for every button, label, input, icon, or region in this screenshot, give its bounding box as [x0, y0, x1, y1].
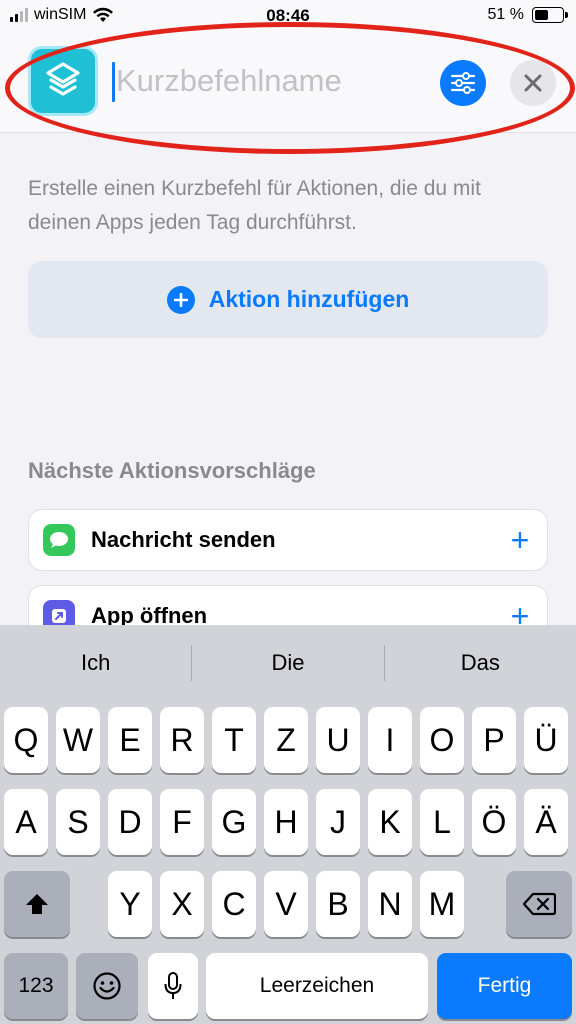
- key-x[interactable]: X: [160, 871, 204, 937]
- battery-icon: [532, 7, 568, 23]
- add-action-button[interactable]: Aktion hinzufügen: [28, 261, 548, 338]
- key-r[interactable]: R: [160, 707, 204, 773]
- key-ue[interactable]: Ü: [524, 707, 568, 773]
- prediction-2[interactable]: Die: [192, 650, 383, 676]
- intro-text: Erstelle einen Kurzbefehl für Aktionen, …: [28, 177, 481, 234]
- prediction-3[interactable]: Das: [385, 650, 576, 676]
- key-i[interactable]: I: [368, 707, 412, 773]
- key-v[interactable]: V: [264, 871, 308, 937]
- key-oe[interactable]: Ö: [472, 789, 516, 855]
- key-ae[interactable]: Ä: [524, 789, 568, 855]
- key-l[interactable]: L: [420, 789, 464, 855]
- shortcut-settings-button[interactable]: [440, 60, 486, 106]
- key-w[interactable]: W: [56, 707, 100, 773]
- shortcut-header: [0, 32, 576, 133]
- key-q[interactable]: Q: [4, 707, 48, 773]
- shortcut-name-input[interactable]: [110, 56, 430, 106]
- key-b[interactable]: B: [316, 871, 360, 937]
- done-key[interactable]: Fertig: [437, 953, 572, 1019]
- key-o[interactable]: O: [420, 707, 464, 773]
- predictive-bar: Ich Die Das: [0, 625, 576, 701]
- numbers-key[interactable]: 123: [4, 953, 68, 1019]
- emoji-icon: [93, 972, 121, 1000]
- space-key[interactable]: Leerzeichen: [206, 953, 428, 1019]
- backspace-icon: [522, 892, 556, 916]
- microphone-icon: [164, 972, 182, 999]
- key-f[interactable]: F: [160, 789, 204, 855]
- sliders-icon: [450, 72, 476, 94]
- key-u[interactable]: U: [316, 707, 360, 773]
- key-j[interactable]: J: [316, 789, 360, 855]
- status-right: 51 %: [487, 6, 568, 24]
- text-cursor: [112, 62, 115, 102]
- key-m[interactable]: M: [420, 871, 464, 937]
- plus-circle-icon: [166, 285, 195, 314]
- key-c[interactable]: C: [212, 871, 256, 937]
- dictation-key[interactable]: [148, 953, 198, 1019]
- key-y[interactable]: Y: [108, 871, 152, 937]
- messages-icon: [43, 524, 75, 556]
- prediction-1[interactable]: Ich: [0, 650, 191, 676]
- backspace-key[interactable]: [506, 871, 572, 937]
- suggestion-send-message[interactable]: Nachricht senden +: [28, 509, 548, 571]
- key-d[interactable]: D: [108, 789, 152, 855]
- shortcut-icon-button[interactable]: [28, 46, 98, 116]
- key-a[interactable]: A: [4, 789, 48, 855]
- key-h[interactable]: H: [264, 789, 308, 855]
- key-s[interactable]: S: [56, 789, 100, 855]
- close-icon: [524, 74, 542, 92]
- key-n[interactable]: N: [368, 871, 412, 937]
- key-z[interactable]: Z: [264, 707, 308, 773]
- keyboard: Ich Die Das Q W E R T Z U I O P Ü A S D …: [0, 625, 576, 1024]
- close-button[interactable]: [510, 60, 556, 106]
- key-t[interactable]: T: [212, 707, 256, 773]
- shift-icon: [26, 894, 48, 914]
- shortcuts-layers-icon: [46, 62, 80, 96]
- add-icon[interactable]: +: [507, 524, 533, 556]
- status-bar: winSIM 08:46 51 %: [0, 0, 576, 32]
- add-action-label: Aktion hinzufügen: [208, 286, 410, 312]
- suggestion-label: Nachricht senden: [91, 527, 276, 552]
- key-p[interactable]: P: [472, 707, 516, 773]
- suggestions-heading: Nächste Aktionsvorschläge: [28, 458, 316, 483]
- key-g[interactable]: G: [212, 789, 256, 855]
- key-k[interactable]: K: [368, 789, 412, 855]
- emoji-key[interactable]: [76, 953, 138, 1019]
- shift-key[interactable]: [4, 871, 70, 937]
- key-e[interactable]: E: [108, 707, 152, 773]
- battery-percent: 51 %: [487, 6, 524, 23]
